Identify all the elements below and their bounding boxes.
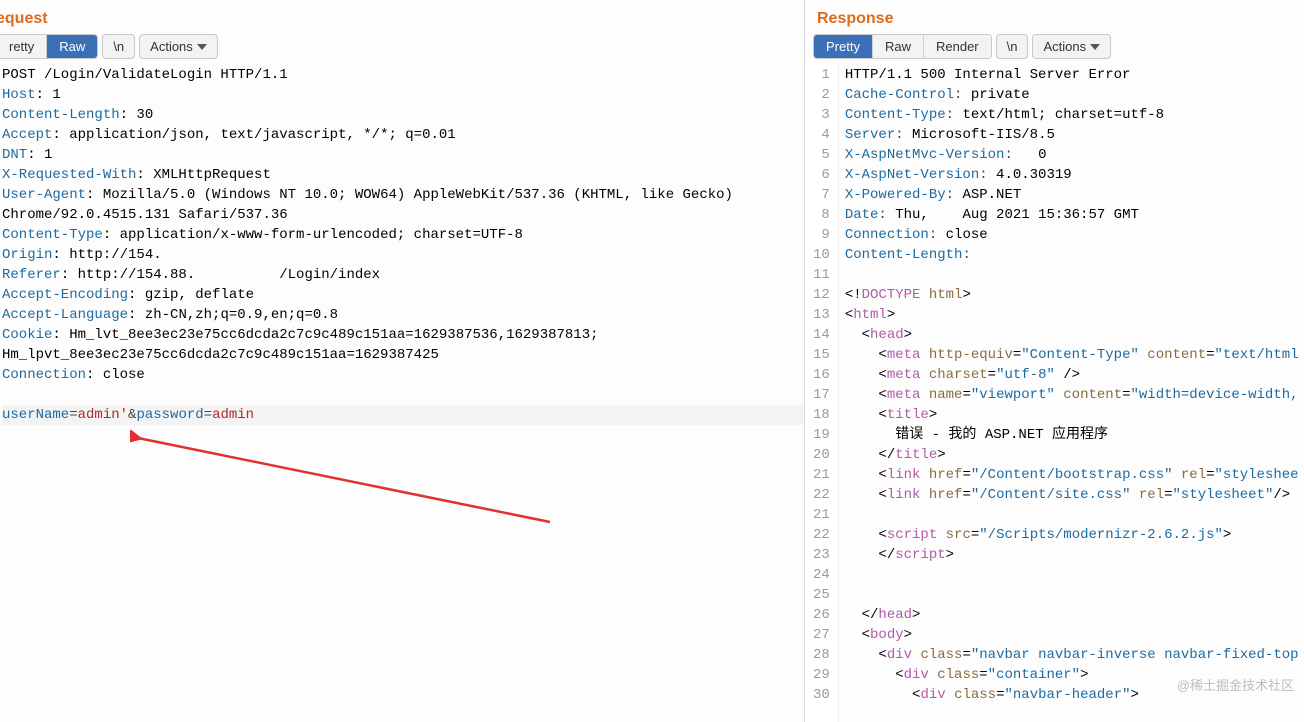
actions-menu[interactable]: Actions xyxy=(139,34,218,59)
actions-label: Actions xyxy=(150,39,193,54)
newline-toggle[interactable]: \n xyxy=(102,34,135,59)
chevron-down-icon xyxy=(197,44,207,50)
newline-toggle[interactable]: \n xyxy=(996,34,1029,59)
chevron-down-icon xyxy=(1090,44,1100,50)
tab-raw[interactable]: Raw xyxy=(872,35,923,58)
request-view-tabs: retty Raw xyxy=(0,34,98,59)
response-body[interactable]: 1234567891011121314151617181920212221222… xyxy=(805,63,1304,722)
request-body[interactable]: POST /Login/ValidateLogin HTTP/1.1 Host:… xyxy=(0,63,804,722)
line-gutter: 1234567891011121314151617181920212221222… xyxy=(805,63,839,722)
actions-menu[interactable]: Actions xyxy=(1032,34,1111,59)
request-toolbar: retty Raw \n Actions xyxy=(0,34,804,63)
response-pane: Response Pretty Raw Render \n Actions 12… xyxy=(805,0,1304,722)
response-title: Response xyxy=(805,0,1304,34)
request-pane: equest retty Raw \n Actions POST /Login/… xyxy=(0,0,805,722)
response-lines: HTTP/1.1 500 Internal Server ErrorCache-… xyxy=(839,63,1299,722)
tab-raw[interactable]: Raw xyxy=(46,35,97,58)
tab-pretty[interactable]: Pretty xyxy=(814,35,872,58)
tab-render[interactable]: Render xyxy=(923,35,991,58)
response-view-tabs: Pretty Raw Render xyxy=(813,34,992,59)
actions-label: Actions xyxy=(1043,39,1086,54)
tab-pretty[interactable]: retty xyxy=(0,35,46,58)
response-toolbar: Pretty Raw Render \n Actions xyxy=(813,34,1304,63)
request-title: equest xyxy=(0,0,804,34)
